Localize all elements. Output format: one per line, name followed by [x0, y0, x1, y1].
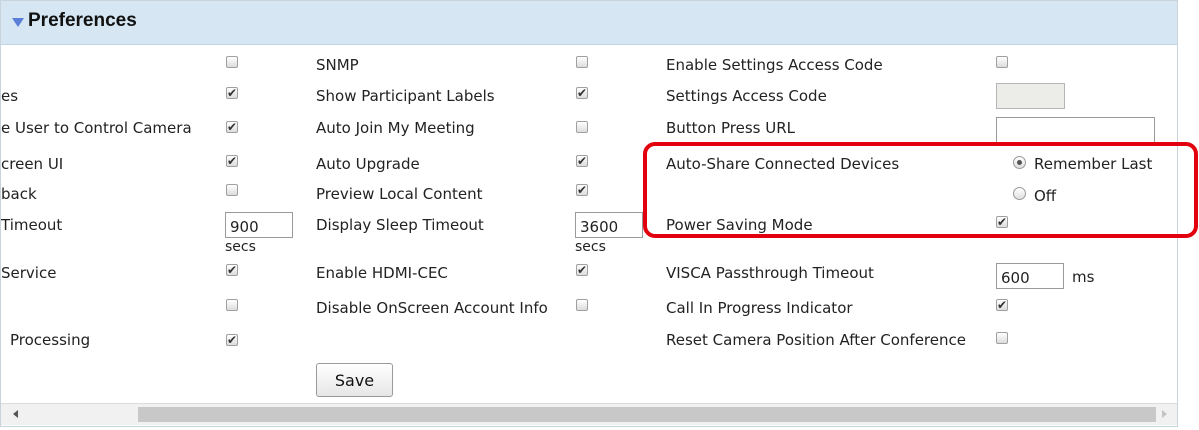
auto-upgrade-checkbox[interactable]	[576, 151, 588, 171]
sleep-timeout-unit: secs	[575, 239, 606, 255]
button-press-url-input[interactable]	[996, 117, 1155, 143]
preferences-header[interactable]: Preferences	[1, 1, 1177, 45]
enable-hdmi-cec-checkbox[interactable]	[576, 260, 588, 280]
settings-access-code-label: Settings Access Code	[666, 87, 827, 105]
visca-unit: ms	[1072, 268, 1095, 286]
auto-share-remember-last-label: Remember Last	[1034, 155, 1153, 173]
preview-local-content-checkbox[interactable]	[576, 180, 588, 200]
show-participant-labels-label: Show Participant Labels	[316, 87, 495, 105]
col1-label-4: back	[1, 185, 37, 203]
reset-camera-position-checkbox[interactable]	[996, 332, 1008, 344]
col1-label-5: Timeout	[1, 216, 63, 234]
power-saving-mode-label: Power Saving Mode	[666, 216, 813, 234]
auto-share-off-label: Off	[1034, 187, 1057, 205]
display-sleep-timeout-input[interactable]: 3600	[575, 212, 643, 238]
col1-label-1: es	[1, 87, 19, 105]
auto-share-remember-last-radio[interactable]	[1013, 156, 1026, 169]
auto-share-off-radio[interactable]	[1013, 187, 1026, 200]
collapse-triangle-icon[interactable]	[12, 18, 24, 27]
display-sleep-timeout-label: Display Sleep Timeout	[316, 216, 484, 234]
col1-label-2: e User to Control Camera	[1, 119, 192, 137]
enable-settings-access-code-label: Enable Settings Access Code	[666, 56, 883, 74]
save-button[interactable]: Save	[316, 363, 393, 397]
scrollbar-thumb[interactable]	[138, 407, 1156, 422]
show-participant-labels-checkbox[interactable]	[576, 83, 588, 103]
col1-label-7: Processing	[10, 331, 91, 349]
call-in-progress-indicator-checkbox[interactable]	[996, 295, 1008, 315]
power-saving-mode-checkbox[interactable]	[996, 212, 1008, 232]
visca-passthrough-timeout-input[interactable]: 600	[996, 263, 1064, 289]
auto-share-connected-devices-label: Auto-Share Connected Devices	[666, 155, 900, 173]
timeout-unit: secs	[225, 239, 256, 255]
auto-join-meeting-label: Auto Join My Meeting	[316, 119, 475, 137]
auto-upgrade-label: Auto Upgrade	[316, 155, 420, 173]
col1-label-6: Service	[1, 264, 57, 282]
enable-settings-access-code-checkbox[interactable]	[996, 56, 1008, 68]
button-press-url-label: Button Press URL	[666, 119, 796, 137]
enable-hdmi-cec-label: Enable HDMI-CEC	[316, 264, 448, 282]
disable-onscreen-account-info-label: Disable OnScreen Account Info	[316, 299, 548, 317]
timeout-input[interactable]: 900	[225, 212, 293, 238]
settings-access-code-input[interactable]	[996, 83, 1065, 109]
preferences-panel: Preferences es e User to Control Camera …	[0, 0, 1178, 427]
col1-checkbox-6[interactable]	[226, 260, 238, 280]
visca-passthrough-timeout-label: VISCA Passthrough Timeout	[666, 264, 874, 282]
reset-camera-position-label: Reset Camera Position After Conference	[666, 331, 966, 349]
col1-checkbox-4[interactable]	[226, 151, 238, 171]
disable-onscreen-account-info-checkbox[interactable]	[576, 299, 588, 311]
col1-label-3: creen UI	[1, 155, 64, 173]
panel-title: Preferences	[28, 10, 137, 31]
col1-checkbox-8[interactable]	[226, 330, 238, 350]
snmp-checkbox[interactable]	[576, 56, 588, 68]
scroll-right-icon[interactable]	[1162, 410, 1167, 418]
col1-checkbox-5[interactable]	[226, 184, 238, 196]
scroll-left-icon[interactable]	[13, 410, 18, 418]
col1-checkbox-7[interactable]	[226, 299, 238, 311]
snmp-label: SNMP	[316, 56, 359, 74]
preview-local-content-label: Preview Local Content	[316, 185, 483, 203]
col1-checkbox-3[interactable]	[226, 117, 238, 137]
call-in-progress-indicator-label: Call In Progress Indicator	[666, 299, 853, 317]
col1-checkbox-1[interactable]	[226, 56, 238, 68]
col1-checkbox-2[interactable]	[226, 83, 238, 103]
horizontal-scrollbar[interactable]	[1, 403, 1177, 425]
auto-join-meeting-checkbox[interactable]	[576, 121, 588, 133]
